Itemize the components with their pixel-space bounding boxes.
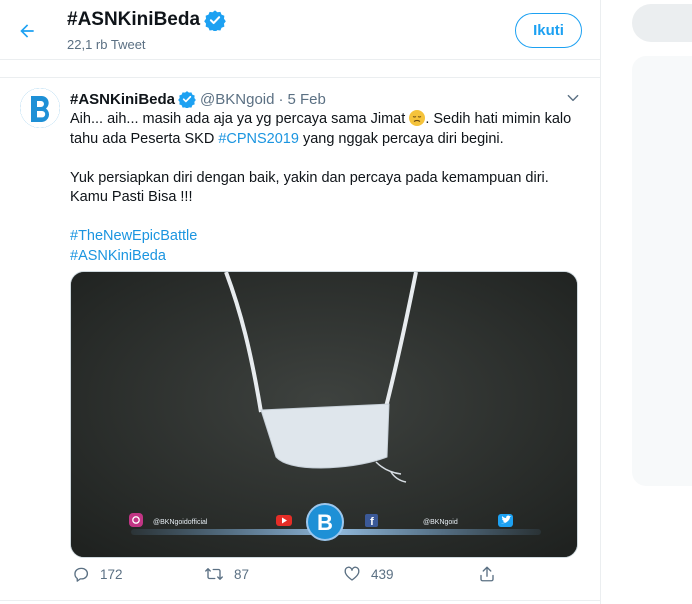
twitter-icon bbox=[498, 514, 513, 527]
back-button[interactable] bbox=[10, 14, 44, 48]
bkn-logo-icon bbox=[20, 88, 60, 128]
share-icon bbox=[480, 566, 494, 582]
follow-button[interactable]: Ikuti bbox=[515, 13, 582, 48]
header-title-row: #ASNKiniBeda bbox=[67, 9, 226, 31]
logo-letter: B bbox=[317, 510, 333, 535]
tweet-line-1: Aih... aih... masih ada aja ya yg percay… bbox=[70, 110, 590, 130]
hashtag-cpns2019-link[interactable]: #CPNS2019 bbox=[218, 131, 299, 147]
share-button[interactable] bbox=[478, 565, 496, 583]
tweet-line-2: tahu ada Peserta SKD #CPNS2019 yang ngga… bbox=[70, 130, 590, 150]
tweet-divider bbox=[0, 77, 600, 78]
tweet-media-image[interactable]: @BKNgoidofficial B f @BKNgoid bbox=[70, 271, 578, 558]
reply-button[interactable]: 172 bbox=[72, 565, 123, 583]
tweet-count: 22,1 rb Tweet bbox=[67, 37, 146, 52]
author-handle[interactable]: @BKNgoid bbox=[200, 91, 274, 108]
svg-text:f: f bbox=[370, 516, 374, 528]
tweet-actions: 172 87 439 bbox=[70, 565, 590, 591]
right-sidebar bbox=[602, 0, 692, 604]
bkn-logo-badge-icon: B bbox=[306, 503, 344, 541]
retweet-count: 87 bbox=[234, 566, 250, 582]
youtube-icon bbox=[276, 515, 292, 526]
bottom-divider bbox=[0, 600, 600, 601]
tweet-date[interactable]: 5 Feb bbox=[287, 91, 325, 108]
retweet-button[interactable]: 87 bbox=[204, 565, 249, 583]
watermark-right-text: @BKNgoid bbox=[423, 519, 458, 526]
verified-badge-icon bbox=[204, 9, 226, 31]
verified-badge-icon bbox=[178, 90, 196, 108]
disappointed-face-emoji-icon bbox=[409, 110, 426, 126]
reply-count: 172 bbox=[100, 566, 123, 582]
tweet-text: Aih... aih... masih ada aja ya yg percay… bbox=[70, 110, 590, 266]
hashtag-asnkinibeda-link[interactable]: #ASNKiniBeda bbox=[70, 248, 166, 264]
chevron-down-icon bbox=[567, 94, 579, 102]
reply-icon bbox=[74, 567, 88, 582]
arrow-left-icon bbox=[20, 24, 34, 38]
page-header: #ASNKiniBeda 22,1 rb Tweet Ikuti bbox=[0, 0, 600, 60]
instagram-icon bbox=[129, 513, 143, 527]
tweet-text-segment: . Sedih hati mimin kalo bbox=[425, 111, 572, 127]
page-title: #ASNKiniBeda bbox=[67, 9, 201, 30]
timeline-column: #ASNKiniBeda 22,1 rb Tweet Ikuti 43 22 2… bbox=[0, 0, 601, 604]
heart-icon bbox=[344, 566, 360, 581]
sidebar-card bbox=[632, 56, 692, 486]
author-name[interactable]: #ASNKiniBeda bbox=[70, 91, 175, 108]
tweet-line-3: Yuk persiapkan diri dengan baik, yakin d… bbox=[70, 169, 549, 186]
tweet-text-segment: Aih... aih... masih ada aja ya yg percay… bbox=[70, 111, 410, 127]
avatar[interactable] bbox=[20, 88, 60, 128]
like-count: 439 bbox=[371, 566, 394, 582]
tweet-text-segment: tahu ada Peserta SKD bbox=[70, 130, 219, 147]
separator-dot: · bbox=[278, 90, 284, 108]
watermark-left-text: @BKNgoidofficial bbox=[153, 519, 208, 526]
retweet-icon bbox=[205, 568, 223, 580]
like-button[interactable]: 439 bbox=[343, 565, 394, 583]
facebook-icon: f bbox=[365, 514, 378, 528]
sidebar-search-box[interactable] bbox=[632, 4, 692, 42]
tweet-line-4: Kamu Pasti Bisa !!! bbox=[70, 189, 193, 205]
tweet-header: #ASNKiniBeda @BKNgoid · 5 Feb bbox=[70, 90, 326, 108]
tweet-menu-button[interactable] bbox=[563, 88, 583, 108]
hashtag-thenewepicbattle-link[interactable]: #TheNewEpicBattle bbox=[70, 228, 197, 244]
tweet-text-segment: yang nggak percaya diri begini. bbox=[298, 130, 504, 147]
